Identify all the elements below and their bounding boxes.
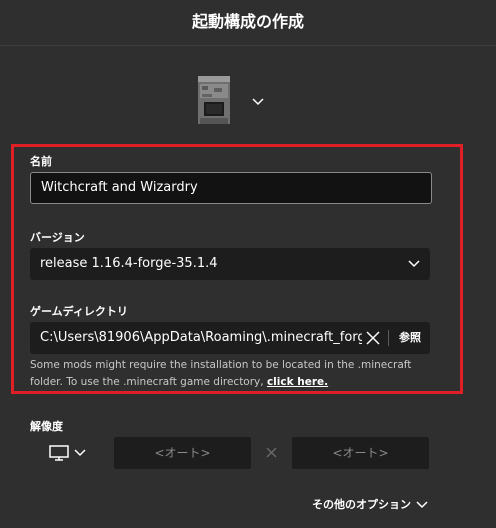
dialog-header: 起動構成の作成: [0, 0, 496, 46]
browse-button[interactable]: 参照: [396, 322, 424, 354]
chevron-down-icon: [408, 260, 420, 268]
more-options-toggle[interactable]: その他のオプション: [300, 494, 430, 514]
name-input[interactable]: Witchcraft and Wizardry: [30, 172, 432, 204]
divider: [388, 330, 389, 346]
more-options-label: その他のオプション: [312, 498, 411, 511]
version-selected: release 1.16.4-forge-35.1.4: [40, 256, 218, 271]
click-here-link[interactable]: click here.: [267, 376, 328, 388]
chevron-down-icon[interactable]: [74, 449, 86, 457]
resolution-label: 解像度: [30, 420, 63, 433]
game-directory-label: ゲームディレクトリ: [30, 305, 128, 318]
furnace-icon: [198, 76, 230, 124]
times-icon: [266, 447, 277, 458]
version-label: バージョン: [30, 231, 85, 244]
version-select[interactable]: release 1.16.4-forge-35.1.4: [30, 248, 430, 280]
monitor-icon[interactable]: [49, 445, 69, 461]
game-directory-value: C:\Users\81906\AppData\Roaming\.minecraf…: [40, 330, 362, 345]
resolution-width-input[interactable]: <オート>: [114, 437, 251, 469]
chevron-down-icon: [252, 98, 264, 106]
name-label: 名前: [30, 155, 52, 168]
clear-icon[interactable]: [366, 331, 380, 345]
resolution-height-input[interactable]: <オート>: [292, 437, 429, 469]
help-text: Some mods might require the installation…: [30, 359, 412, 388]
game-directory-input[interactable]: C:\Users\81906\AppData\Roaming\.minecraf…: [30, 322, 430, 354]
chevron-down-icon: [416, 501, 428, 509]
dialog-title: 起動構成の作成: [191, 12, 304, 31]
profile-icon-picker[interactable]: [196, 76, 276, 128]
game-directory-help: Some mods might require the installation…: [30, 357, 430, 391]
